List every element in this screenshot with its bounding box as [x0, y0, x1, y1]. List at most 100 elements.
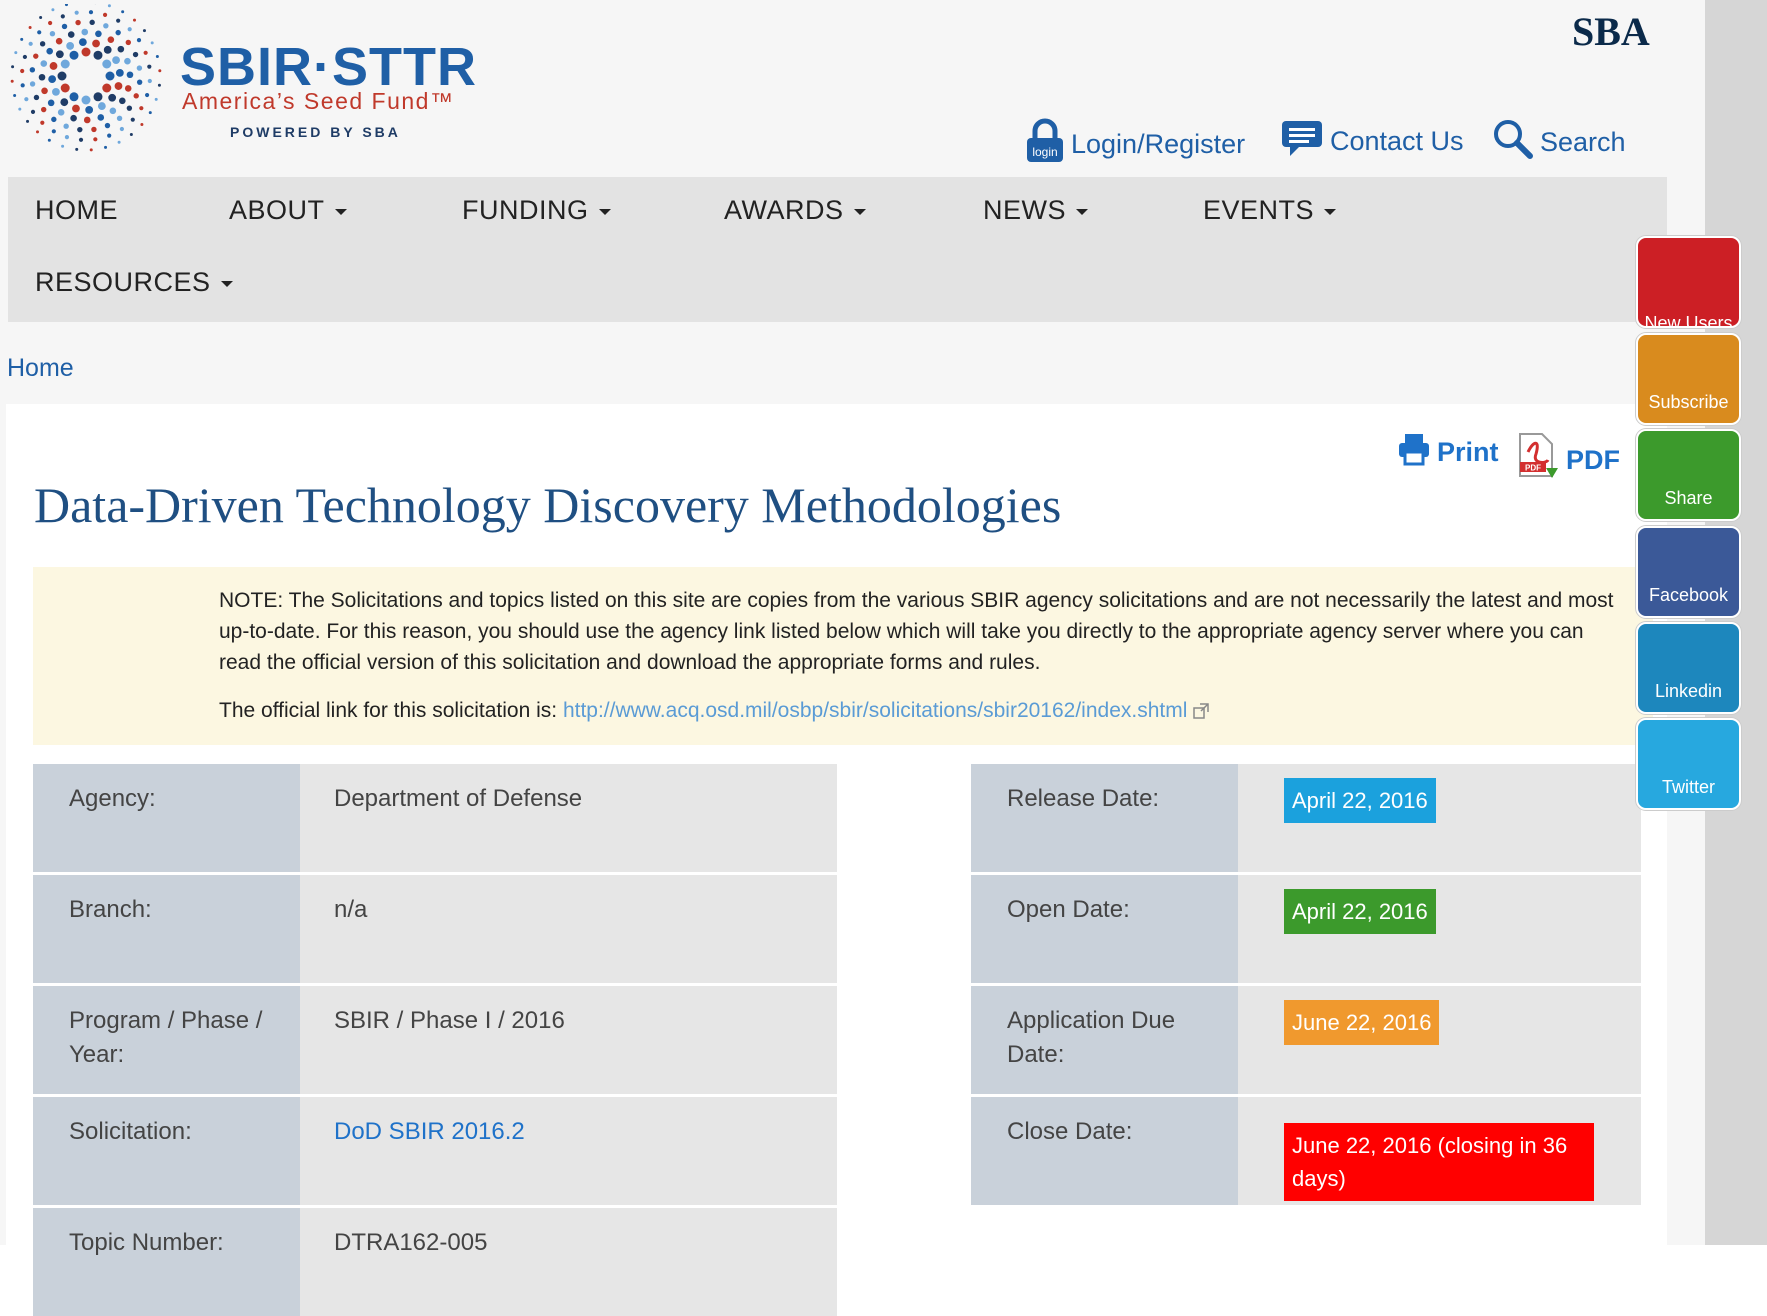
nav-about-label: ABOUT	[229, 195, 325, 225]
detail-value-cell: DoD SBIR 2016.2	[300, 1097, 837, 1205]
date-label: Open Date:	[1007, 893, 1130, 927]
nav-events[interactable]: EVENTS	[1203, 195, 1336, 226]
detail-value-cell: Department of Defense	[300, 764, 837, 872]
official-link-prefix: The official link for this solicitation …	[219, 699, 557, 722]
nav-funding[interactable]: FUNDING	[462, 195, 611, 226]
details-table-left: Agency: Department of Defense Branch: n/…	[33, 764, 837, 1245]
starburst-logo-icon	[8, 4, 168, 154]
login-register-label: Login/Register	[1071, 129, 1245, 160]
detail-label-cell: Program / Phase / Year:	[33, 986, 300, 1094]
search-link[interactable]: Search	[1492, 118, 1626, 167]
date-label: Release Date:	[1007, 782, 1159, 816]
nav-funding-label: FUNDING	[462, 195, 589, 225]
nav-home[interactable]: HOME	[35, 195, 118, 226]
date-value-cell: April 22, 2016	[1238, 875, 1641, 983]
chevron-down-icon	[599, 209, 611, 215]
detail-value: DTRA162-005	[334, 1226, 487, 1260]
new-users-button[interactable]: New Users	[1636, 236, 1741, 328]
date-row-release: Release Date: April 22, 2016	[971, 764, 1641, 872]
facebook-button[interactable]: Facebook	[1636, 526, 1741, 618]
date-row-application-due: Application Due Date: June 22, 2016	[971, 986, 1641, 1094]
contact-us-link[interactable]: Contact Us	[1280, 118, 1464, 165]
linkedin-button[interactable]: Linkedin	[1636, 622, 1741, 714]
date-value-cell: June 22, 2016 (closing in 36 days)	[1238, 1097, 1641, 1205]
official-link-row: The official link for this solicitation …	[219, 699, 1209, 723]
detail-label-cell: Agency:	[33, 764, 300, 872]
twitter-label: Twitter	[1638, 777, 1739, 798]
page-title: Data-Driven Technology Discovery Methodo…	[34, 476, 1061, 534]
detail-row-agency: Agency: Department of Defense	[33, 764, 837, 872]
printer-icon	[1397, 432, 1431, 473]
detail-row-solicitation: Solicitation: DoD SBIR 2016.2	[33, 1097, 837, 1205]
detail-label: Agency:	[69, 782, 156, 816]
main-navigation: HOME ABOUT FUNDING AWARDS NEWS EVENTS RE…	[8, 177, 1667, 322]
print-button[interactable]: Print	[1397, 432, 1499, 473]
logo-tagline: America’s Seed Fund™	[182, 88, 454, 115]
date-label: Application Due Date:	[1007, 1004, 1207, 1072]
date-value-cell: April 22, 2016	[1238, 764, 1641, 872]
share-button[interactable]: Share	[1636, 429, 1741, 521]
date-label-cell: Application Due Date:	[971, 986, 1238, 1094]
nav-events-label: EVENTS	[1203, 195, 1314, 225]
nav-news[interactable]: NEWS	[983, 195, 1088, 226]
subscribe-label: Subscribe	[1638, 392, 1739, 413]
date-label-cell: Release Date:	[971, 764, 1238, 872]
note-text: NOTE: The Solicitations and topics liste…	[219, 585, 1619, 678]
contact-us-label: Contact Us	[1330, 126, 1464, 157]
official-solicitation-link[interactable]: http://www.acq.osd.mil/osbp/sbir/solicit…	[563, 699, 1187, 722]
chevron-down-icon	[221, 281, 233, 287]
detail-row-program: Program / Phase / Year: SBIR / Phase I /…	[33, 986, 837, 1094]
date-row-close: Close Date: June 22, 2016 (closing in 36…	[971, 1097, 1641, 1205]
detail-label: Program / Phase / Year:	[69, 1004, 279, 1072]
date-label-cell: Open Date:	[971, 875, 1238, 983]
dates-table-right: Release Date: April 22, 2016 Open Date: …	[971, 764, 1641, 1207]
login-lock-icon: login	[1025, 118, 1065, 171]
chevron-down-icon	[1324, 209, 1336, 215]
nav-news-label: NEWS	[983, 195, 1066, 225]
detail-value-cell: SBIR / Phase I / 2016	[300, 986, 837, 1094]
nav-awards-label: AWARDS	[724, 195, 844, 225]
detail-value: n/a	[334, 893, 367, 927]
detail-label-cell: Solicitation:	[33, 1097, 300, 1205]
detail-row-branch: Branch: n/a	[33, 875, 837, 983]
application-due-date-badge: June 22, 2016	[1284, 1000, 1439, 1045]
chevron-down-icon	[854, 209, 866, 215]
pdf-button[interactable]: PDF PDF	[1516, 432, 1620, 489]
sba-logo[interactable]: SBA	[1572, 8, 1650, 55]
detail-value-cell: n/a	[300, 875, 837, 983]
detail-label: Topic Number:	[69, 1226, 224, 1260]
pdf-label: PDF	[1566, 445, 1620, 476]
login-register-link[interactable]: login Login/Register	[1025, 118, 1245, 171]
pdf-file-icon: PDF	[1516, 432, 1560, 489]
nav-about[interactable]: ABOUT	[229, 195, 347, 226]
open-date-badge: April 22, 2016	[1284, 889, 1436, 934]
solicitation-link[interactable]: DoD SBIR 2016.2	[334, 1115, 525, 1149]
breadcrumb-home-link[interactable]: Home	[7, 354, 74, 383]
chevron-down-icon	[335, 209, 347, 215]
external-link-icon	[1193, 699, 1209, 722]
detail-value-cell: DTRA162-005	[300, 1208, 837, 1316]
nav-resources-label: RESOURCES	[35, 267, 211, 297]
solicitation-note: NOTE: The Solicitations and topics liste…	[33, 567, 1653, 745]
detail-row-topic-number: Topic Number: DTRA162-005	[33, 1208, 837, 1316]
svg-text:PDF: PDF	[1525, 464, 1541, 473]
search-label: Search	[1540, 127, 1626, 158]
detail-value: Department of Defense	[334, 782, 582, 816]
nav-resources[interactable]: RESOURCES	[35, 267, 233, 298]
chevron-down-icon	[1076, 209, 1088, 215]
chat-bubble-icon	[1280, 118, 1324, 165]
logo-powered-by: POWERED BY SBA	[230, 124, 401, 140]
subscribe-button[interactable]: Subscribe	[1636, 333, 1741, 425]
detail-label: Branch:	[69, 893, 152, 927]
detail-label-cell: Topic Number:	[33, 1208, 300, 1316]
twitter-button[interactable]: Twitter	[1636, 718, 1741, 810]
date-label: Close Date:	[1007, 1115, 1132, 1149]
release-date-badge: April 22, 2016	[1284, 778, 1436, 823]
date-value-cell: June 22, 2016	[1238, 986, 1641, 1094]
share-label: Share	[1638, 488, 1739, 509]
search-icon	[1492, 118, 1534, 167]
nav-awards[interactable]: AWARDS	[724, 195, 866, 226]
nav-home-label: HOME	[35, 195, 118, 225]
detail-value: SBIR / Phase I / 2016	[334, 1004, 565, 1038]
close-date-badge: June 22, 2016 (closing in 36 days)	[1284, 1123, 1594, 1201]
